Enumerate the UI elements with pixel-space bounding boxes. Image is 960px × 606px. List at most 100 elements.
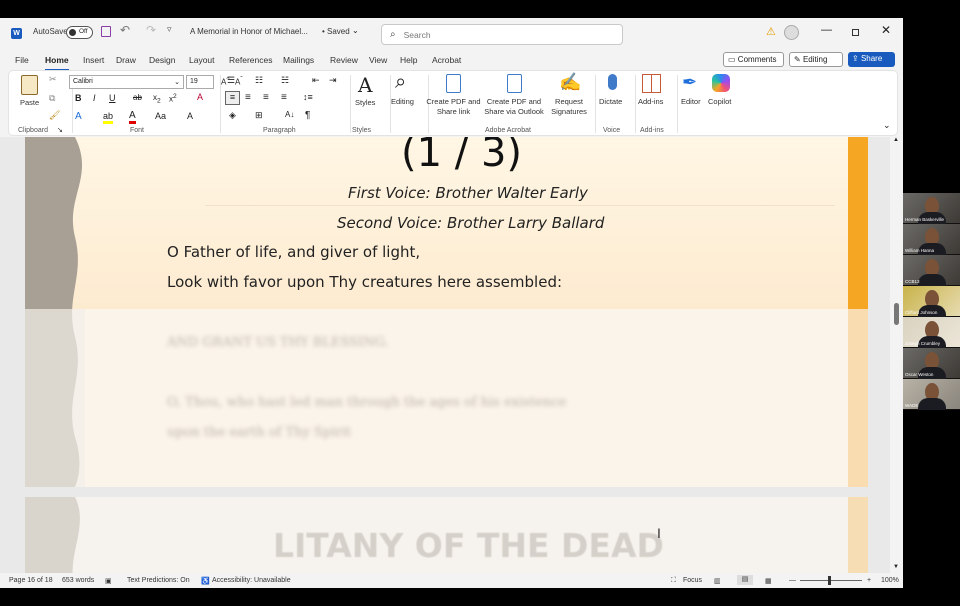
participant-tile[interactable]: William Hanna — [903, 224, 960, 255]
italic-icon[interactable]: I — [93, 93, 96, 103]
align-right-icon[interactable]: ≡ — [263, 92, 269, 103]
scroll-up-icon[interactable]: ▲ — [893, 137, 899, 143]
focus-icon[interactable]: ⛶ — [671, 577, 676, 585]
cut-icon[interactable]: ✂ — [49, 74, 57, 85]
web-layout-icon[interactable]: ▦ — [765, 577, 772, 585]
share-button[interactable]: ⇪ Share — [848, 52, 895, 67]
create-pdf-share-button[interactable]: Create PDF and Share link — [426, 97, 481, 117]
paste-icon[interactable] — [21, 75, 38, 95]
line-spacing-icon[interactable]: ↕≡ — [303, 92, 313, 102]
dictate-button[interactable]: Dictate — [599, 97, 622, 107]
change-case-icon[interactable]: Aa — [155, 111, 166, 121]
saved-status[interactable]: • Saved — [322, 27, 350, 36]
menu-acrobat[interactable]: Acrobat — [432, 55, 461, 65]
addins-button[interactable]: Add-ins — [638, 97, 663, 107]
menu-help[interactable]: Help — [400, 55, 417, 65]
zoom-out-icon[interactable]: — — [789, 577, 796, 584]
minimize-icon[interactable]: — — [821, 24, 832, 36]
clear-all-format-icon[interactable]: A — [187, 111, 193, 121]
signature-icon[interactable]: ✍ — [559, 72, 581, 93]
page-count[interactable]: Page 16 of 18 — [9, 577, 53, 584]
participant-tile[interactable]: Clifford Johnson — [903, 286, 960, 317]
menu-draw[interactable]: Draw — [116, 55, 136, 65]
editor-button[interactable]: Editor — [681, 97, 701, 107]
vertical-scrollbar[interactable]: ▲ ▼ — [890, 137, 903, 573]
menu-design[interactable]: Design — [149, 55, 175, 65]
increase-indent-icon[interactable]: ⇥ — [329, 75, 337, 86]
font-color-icon[interactable]: A — [129, 110, 136, 124]
scroll-thumb[interactable] — [894, 303, 899, 325]
next-page[interactable]: LITANY OF THE DEAD I — [25, 497, 868, 580]
menu-home[interactable]: Home — [45, 55, 69, 71]
restore-icon[interactable] — [852, 29, 859, 36]
document-title[interactable]: A Memorial in Honor of Michael... — [190, 27, 308, 36]
styles-icon[interactable]: A — [358, 73, 372, 97]
participant-tile[interactable]: WADE — [903, 379, 960, 410]
participant-tile[interactable]: Herman Baskerville — [903, 193, 960, 224]
menu-insert[interactable]: Insert — [83, 55, 104, 65]
redo-icon[interactable]: ↷ — [146, 23, 156, 37]
request-signatures-button[interactable]: Request Signatures — [547, 97, 591, 117]
align-center-icon[interactable]: ≡ — [245, 92, 251, 103]
superscript-icon[interactable]: x2 — [169, 93, 177, 104]
scroll-down-icon[interactable]: ▼ — [893, 564, 899, 570]
bold-icon[interactable]: B — [75, 93, 82, 103]
subscript-icon[interactable]: x2 — [153, 93, 161, 105]
accessibility-status[interactable]: Accessibility: Unavailable — [212, 577, 291, 584]
decrease-indent-icon[interactable]: ⇤ — [312, 75, 320, 86]
menu-view[interactable]: View — [369, 55, 387, 65]
undo-icon[interactable]: ↶ — [120, 23, 130, 37]
dialog-launcher-icon[interactable]: ↘ — [57, 126, 63, 134]
copilot-icon[interactable] — [712, 74, 730, 92]
styles-button[interactable]: Styles — [355, 98, 375, 108]
create-pdf-outlook-button[interactable]: Create PDF and Share via Outlook — [481, 97, 547, 117]
highlight-icon[interactable]: ab — [103, 111, 114, 124]
editor-icon[interactable]: ✒ — [682, 72, 697, 93]
menu-file[interactable]: File — [15, 55, 29, 65]
avatar[interactable] — [784, 25, 799, 40]
sort-icon[interactable]: A↓ — [285, 110, 294, 119]
save-icon[interactable] — [101, 26, 111, 37]
word-count[interactable]: 653 words — [62, 577, 94, 584]
font-name-dropdown[interactable]: Calibri ⌄ — [69, 75, 184, 89]
pdf-outlook-icon[interactable] — [507, 74, 522, 93]
zoom-slider[interactable] — [800, 576, 862, 585]
clear-format-icon[interactable]: A — [197, 92, 203, 102]
numbering-icon[interactable]: ☷ — [255, 75, 263, 86]
focus-button[interactable]: Focus — [683, 577, 702, 584]
font-size-dropdown[interactable]: 19 — [186, 75, 214, 89]
collapse-ribbon-icon[interactable]: ⌄ — [883, 120, 891, 131]
borders-icon[interactable]: ⊞ — [255, 110, 263, 121]
read-mode-icon[interactable]: ▥ — [714, 577, 721, 585]
menu-references[interactable]: References — [229, 55, 272, 65]
microphone-icon[interactable] — [608, 74, 617, 90]
zoom-level[interactable]: 100% — [881, 577, 899, 584]
autosave-toggle[interactable]: Off — [66, 26, 93, 39]
shrink-font-icon[interactable]: Aˇ — [235, 76, 243, 87]
shading-icon[interactable]: ◈ — [229, 110, 236, 121]
strikethrough-icon[interactable]: ab — [133, 93, 142, 102]
proofing-icon[interactable]: ▣ — [105, 577, 112, 585]
editing-mode-button[interactable]: ✎ Editing — [789, 52, 843, 67]
addins-icon[interactable] — [642, 74, 661, 93]
underline-icon[interactable]: U — [109, 93, 116, 103]
find-icon[interactable]: ⌕ — [395, 71, 406, 94]
bullets-icon[interactable]: ☰ — [227, 75, 235, 86]
menu-review[interactable]: Review — [330, 55, 358, 65]
pdf-share-icon[interactable] — [446, 74, 461, 93]
zoom-in-icon[interactable]: + — [867, 577, 871, 584]
menu-mailings[interactable]: Mailings — [283, 55, 314, 65]
document-canvas[interactable]: (1 / 3) First Voice: Brother Walter Earl… — [0, 137, 890, 580]
align-left-icon[interactable]: ≡ — [225, 91, 240, 105]
show-marks-icon[interactable]: ¶ — [305, 110, 310, 121]
participant-tile[interactable]: CCB13 — [903, 255, 960, 286]
copilot-button[interactable]: Copilot — [708, 97, 731, 107]
justify-icon[interactable]: ≡ — [281, 92, 287, 103]
warning-icon[interactable]: ⚠ — [766, 25, 776, 38]
paste-button[interactable]: Paste — [20, 98, 39, 108]
format-painter-icon[interactable]: 🖌 — [49, 110, 60, 121]
document-page[interactable]: (1 / 3) First Voice: Brother Walter Earl… — [25, 137, 868, 487]
text-predictions[interactable]: Text Predictions: On — [127, 577, 190, 584]
customize-qat-icon[interactable]: ▿ — [167, 24, 172, 35]
multilevel-icon[interactable]: ☵ — [281, 75, 289, 86]
